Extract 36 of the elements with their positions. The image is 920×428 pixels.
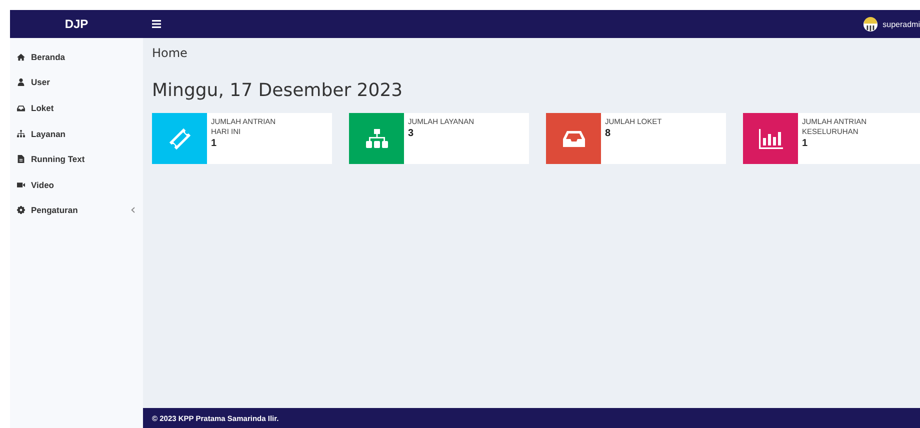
menu-icon[interactable] xyxy=(152,20,161,28)
info-box-value: 1 xyxy=(211,138,218,149)
user-icon xyxy=(17,78,25,86)
date-heading: Minggu, 17 Desember 2023 xyxy=(152,80,403,101)
file-icon xyxy=(17,155,25,164)
sidebar-item[interactable]: Running Text xyxy=(10,146,143,172)
page-title: Home xyxy=(152,46,188,60)
sitemap-icon xyxy=(366,128,388,148)
video-camera-icon xyxy=(17,180,25,189)
sidebar-item-label: Beranda xyxy=(31,52,66,62)
inbox-icon xyxy=(562,130,584,146)
sidebar-item-label: User xyxy=(31,77,51,88)
bar-chart-icon xyxy=(758,128,782,148)
sidebar-item[interactable]: Video xyxy=(10,172,143,198)
sidebar-item[interactable]: Layanan xyxy=(10,120,143,146)
sidebar-item-label: Layanan xyxy=(31,128,66,139)
info-box-value: 8 xyxy=(605,128,612,139)
brand-logo[interactable]: DJP xyxy=(10,10,143,38)
home-icon xyxy=(17,52,25,61)
sidebar-item[interactable]: Loket xyxy=(10,95,143,121)
gear-icon xyxy=(17,206,25,214)
sidebar-item-label: Running Text xyxy=(31,154,86,164)
sidebar-item[interactable]: User xyxy=(10,70,143,96)
sidebar-item-label: Video xyxy=(31,180,55,190)
sidebar-item[interactable]: Pengaturan xyxy=(10,198,143,224)
user-avatar-icon[interactable] xyxy=(862,16,878,32)
ticket-icon xyxy=(168,126,192,150)
chevron-left-icon xyxy=(131,207,135,214)
info-box-value: 3 xyxy=(408,128,415,139)
sidebar-item-label: Loket xyxy=(31,102,55,113)
info-box-value: 1 xyxy=(802,138,809,149)
sitemap-icon xyxy=(17,130,25,138)
sidebar-item[interactable]: Beranda xyxy=(10,44,143,70)
user-name[interactable]: superadmi xyxy=(882,20,920,28)
sidebar-item-label: Pengaturan xyxy=(31,205,79,216)
inbox-icon xyxy=(17,104,25,112)
